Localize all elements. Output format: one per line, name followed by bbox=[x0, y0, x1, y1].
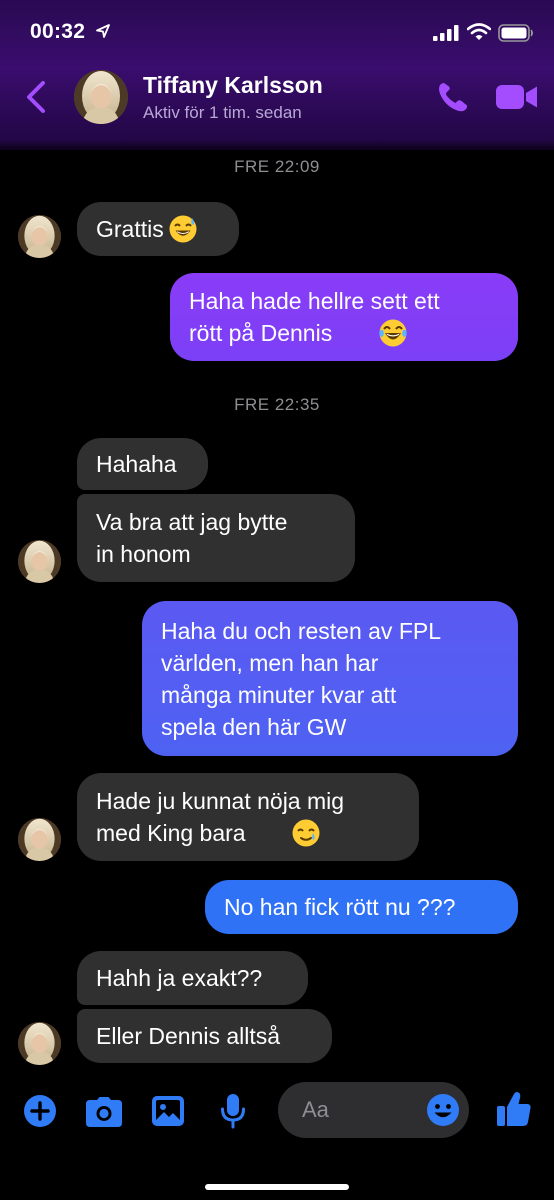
microphone-icon[interactable] bbox=[220, 1093, 246, 1129]
phone-call-icon[interactable] bbox=[436, 80, 470, 114]
plus-icon[interactable] bbox=[23, 1094, 57, 1128]
emoji-icon[interactable] bbox=[426, 1093, 460, 1127]
tears-of-joy-emoji-icon bbox=[379, 319, 407, 347]
status-time: 00:32 bbox=[30, 20, 86, 43]
battery-icon bbox=[498, 24, 533, 42]
back-chevron-icon[interactable] bbox=[24, 80, 48, 114]
camera-icon[interactable] bbox=[85, 1096, 123, 1128]
contact-name[interactable]: Tiffany Karlsson bbox=[143, 72, 323, 99]
sender-avatar[interactable] bbox=[18, 215, 61, 258]
conversation-header: 00:32 Tiffany Karlsson Aktiv för 1 tim. … bbox=[0, 0, 554, 150]
home-indicator[interactable] bbox=[205, 1184, 349, 1190]
cellular-signal-icon bbox=[433, 25, 459, 41]
gallery-icon[interactable] bbox=[151, 1095, 185, 1127]
incoming-message-bubble[interactable]: Eller Dennis alltså bbox=[77, 1009, 332, 1063]
sender-avatar[interactable] bbox=[18, 818, 61, 861]
location-arrow-icon bbox=[96, 24, 110, 38]
incoming-message-bubble[interactable]: Hade ju kunnat nöja mig med King bara bbox=[77, 773, 419, 861]
wifi-icon bbox=[467, 23, 491, 40]
contact-active-status: Aktiv för 1 tim. sedan bbox=[143, 103, 302, 122]
thumbs-up-icon[interactable] bbox=[496, 1090, 532, 1128]
video-call-icon[interactable] bbox=[495, 83, 539, 111]
sender-avatar[interactable] bbox=[18, 1022, 61, 1065]
outgoing-message-bubble[interactable]: No han fick rött nu ??? bbox=[205, 880, 518, 934]
smiling-tear-emoji-icon bbox=[292, 819, 320, 847]
outgoing-message-bubble[interactable]: Haha du och resten av FPL världen, men h… bbox=[142, 601, 518, 756]
message-timestamp: FRE 22:35 bbox=[234, 395, 320, 414]
message-input[interactable]: Aa bbox=[278, 1082, 469, 1138]
message-timestamp: FRE 22:09 bbox=[234, 157, 320, 176]
incoming-message-bubble[interactable]: Hahaha bbox=[77, 438, 208, 490]
sweat-smile-emoji-icon bbox=[169, 215, 197, 243]
outgoing-message-bubble[interactable]: Haha hade hellre sett ett rött på Dennis bbox=[170, 273, 518, 361]
sender-avatar[interactable] bbox=[18, 540, 61, 583]
contact-avatar[interactable] bbox=[74, 70, 128, 124]
incoming-message-bubble[interactable]: Va bra att jag bytte in honom bbox=[77, 494, 355, 582]
incoming-message-bubble[interactable]: Grattis bbox=[77, 202, 239, 256]
incoming-message-bubble[interactable]: Hahh ja exakt?? bbox=[77, 951, 308, 1005]
